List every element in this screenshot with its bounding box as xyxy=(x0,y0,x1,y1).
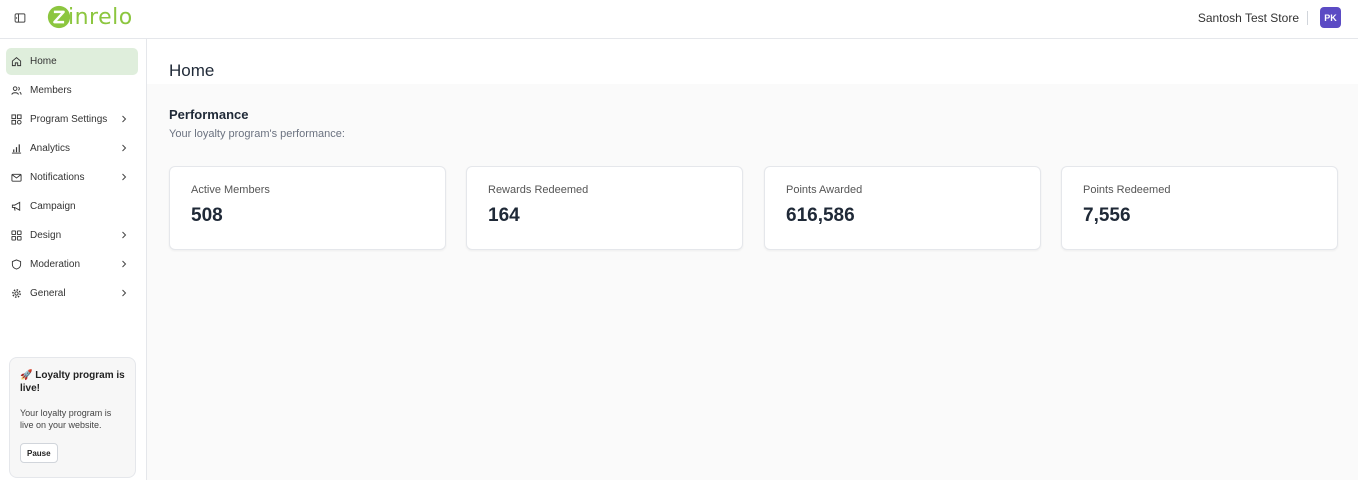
stat-value: 508 xyxy=(191,205,223,226)
sidebar-toggle-icon[interactable] xyxy=(12,10,28,26)
sidebar-item-label: Analytics xyxy=(30,143,71,154)
sidebar-nav: Home Members Program Settings Analytics … xyxy=(6,48,138,309)
shield-icon xyxy=(11,259,22,270)
main-header: Home xyxy=(147,39,1358,84)
stat-label: Rewards Redeemed xyxy=(488,184,589,196)
sidebar: Home Members Program Settings Analytics … xyxy=(0,39,147,480)
program-live-card: 🚀 Loyalty program is live! Your loyalty … xyxy=(9,357,136,478)
sidebar-item-design[interactable]: Design xyxy=(6,222,138,249)
sidebar-item-label: Design xyxy=(30,230,62,241)
stat-label: Points Redeemed xyxy=(1083,184,1171,196)
zinrelo-logo[interactable]: inrelo xyxy=(46,3,133,31)
stat-label: Active Members xyxy=(191,184,270,196)
pause-button[interactable]: Pause xyxy=(20,443,58,463)
chevron-right-icon xyxy=(122,289,127,297)
sidebar-item-label: Campaign xyxy=(30,201,76,212)
stat-value: 616,586 xyxy=(786,205,855,226)
chevron-right-icon xyxy=(122,173,127,181)
mail-icon xyxy=(11,172,22,183)
stat-label: Points Awarded xyxy=(786,184,863,196)
sidebar-item-label: Notifications xyxy=(30,172,85,183)
megaphone-icon xyxy=(11,201,22,212)
grid-settings-icon xyxy=(11,114,22,125)
chevron-right-icon xyxy=(122,144,127,152)
section-subtitle: Your loyalty program's performance: xyxy=(169,128,345,140)
gear-icon xyxy=(11,288,22,299)
sidebar-item-campaign[interactable]: Campaign xyxy=(6,193,138,220)
stat-card-points-awarded: Points Awarded 616,586 xyxy=(764,166,1041,250)
sidebar-item-label: Home xyxy=(30,56,57,67)
sidebar-item-label: Members xyxy=(30,85,72,96)
sidebar-item-label: Program Settings xyxy=(30,114,108,125)
stat-card-active-members: Active Members 508 xyxy=(169,166,446,250)
sidebar-item-general[interactable]: General xyxy=(6,280,138,307)
sidebar-item-label: General xyxy=(30,288,66,299)
chevron-right-icon xyxy=(122,231,127,239)
sidebar-item-home[interactable]: Home xyxy=(6,48,138,75)
live-card-title: 🚀 Loyalty program is live! xyxy=(20,370,125,394)
sidebar-item-members[interactable]: Members xyxy=(6,77,138,104)
stat-card-points-redeemed: Points Redeemed 7,556 xyxy=(1061,166,1338,250)
stat-value: 164 xyxy=(488,205,520,226)
chevron-right-icon xyxy=(122,260,127,268)
sidebar-item-analytics[interactable]: Analytics xyxy=(6,135,138,162)
section-title: Performance xyxy=(169,107,249,122)
sidebar-item-notifications[interactable]: Notifications xyxy=(6,164,138,191)
chevron-right-icon xyxy=(122,115,127,123)
live-card-description: Your loyalty program is live on your web… xyxy=(20,408,112,430)
sidebar-item-program-settings[interactable]: Program Settings xyxy=(6,106,138,133)
stat-card-rewards-redeemed: Rewards Redeemed 164 xyxy=(466,166,743,250)
home-icon xyxy=(11,56,22,67)
top-bar: inrelo Santosh Test Store PK xyxy=(0,0,1358,39)
logo-text: inrelo xyxy=(68,4,133,30)
sidebar-item-moderation[interactable]: Moderation xyxy=(6,251,138,278)
layout-icon xyxy=(11,230,22,241)
main-content: Performance Your loyalty program's perfo… xyxy=(147,84,1358,480)
bar-chart-icon xyxy=(11,143,22,154)
store-name[interactable]: Santosh Test Store xyxy=(1198,11,1308,25)
page-title: Home xyxy=(169,61,215,80)
stat-value: 7,556 xyxy=(1083,205,1131,226)
sidebar-item-label: Moderation xyxy=(30,259,81,270)
avatar[interactable]: PK xyxy=(1320,7,1341,28)
users-icon xyxy=(11,85,22,96)
